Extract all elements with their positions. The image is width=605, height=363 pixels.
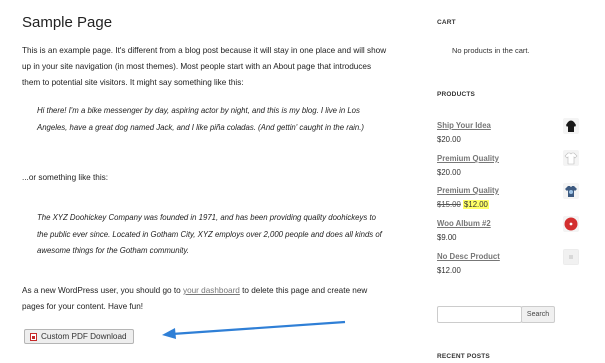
- product-price: $12.00: [437, 266, 461, 275]
- product-price: $20.00: [437, 135, 461, 144]
- arrow-icon: [162, 320, 346, 339]
- pdf-file-icon: [30, 332, 37, 341]
- intro-paragraph: This is an example page. It's different …: [22, 46, 387, 87]
- recent-posts-widget-title: RECENT POSTS: [437, 353, 490, 360]
- blue-tshirt-thumbnail-icon[interactable]: [563, 183, 579, 199]
- page-title: Sample Page: [22, 14, 113, 31]
- product-link-no-desc-product[interactable]: No Desc Product: [437, 252, 500, 261]
- custom-pdf-download-button[interactable]: Custom PDF Download: [24, 329, 134, 344]
- black-hoodie-thumbnail-icon[interactable]: [563, 118, 579, 134]
- pdf-button-label: Custom PDF Download: [41, 332, 127, 341]
- dashboard-link[interactable]: your dashboard: [183, 286, 240, 295]
- blockquote-bike-messenger: Hi there! I'm a bike messenger by day, a…: [37, 106, 364, 132]
- products-widget-title: PRODUCTS: [437, 91, 476, 98]
- product-price: $20.00: [437, 168, 461, 177]
- product-link-woo-album-2[interactable]: Woo Album #2: [437, 219, 491, 228]
- outro-paragraph: As a new WordPress user, you should go t…: [22, 283, 387, 315]
- blockquote-doohickey: The XYZ Doohickey Company was founded in…: [37, 213, 382, 255]
- or-paragraph: ...or something like this:: [22, 173, 109, 182]
- old-price: $15.00: [437, 200, 461, 209]
- cart-empty-message: No products in the cart.: [452, 46, 530, 55]
- search-button[interactable]: Search: [521, 306, 555, 323]
- sale-price: $12.00: [463, 200, 489, 209]
- search-input[interactable]: [437, 306, 522, 323]
- red-album-thumbnail-icon[interactable]: [563, 216, 579, 232]
- product-sale-price-row: $15.00 $12.00: [437, 200, 489, 209]
- product-link-premium-quality-sale[interactable]: Premium Quality: [437, 186, 499, 195]
- product-link-premium-quality[interactable]: Premium Quality: [437, 154, 499, 163]
- product-price: $9.00: [437, 233, 457, 242]
- outro-text-before: As a new WordPress user, you should go t…: [22, 286, 183, 295]
- placeholder-thumbnail-icon[interactable]: [563, 249, 579, 265]
- product-link-ship-your-idea[interactable]: Ship Your Idea: [437, 121, 491, 130]
- cart-widget-title: CART: [437, 19, 456, 26]
- white-tshirt-thumbnail-icon[interactable]: [563, 150, 579, 166]
